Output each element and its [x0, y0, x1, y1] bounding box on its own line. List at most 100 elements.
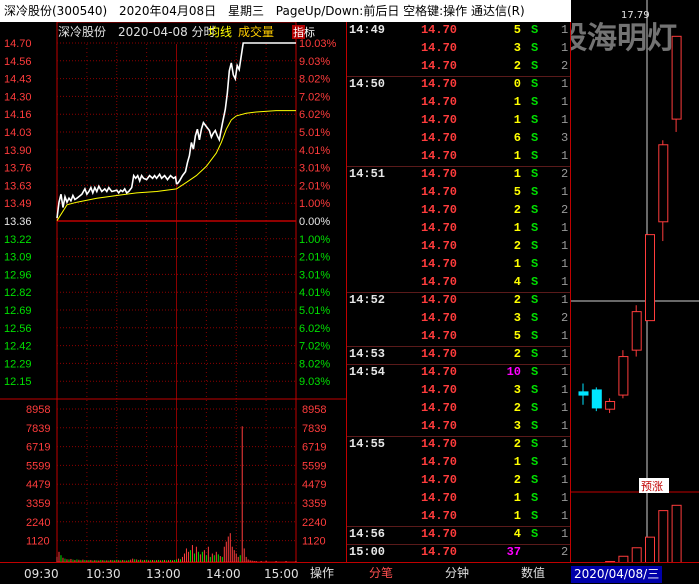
volume-axis-label: 4479: [26, 479, 50, 491]
tab-operate[interactable]: 操作: [300, 563, 344, 584]
volume-axis-label: 3359: [26, 498, 50, 510]
trade-row: 14:56 14.70 4 S 1: [347, 526, 570, 544]
trade-direction: S: [531, 473, 539, 487]
trade-count: 1: [561, 41, 569, 55]
trade-count: 1: [561, 527, 569, 541]
trade-price: 14.70: [420, 311, 457, 325]
candle-body: [645, 234, 655, 322]
trade-time: 14:54: [349, 365, 386, 379]
price-axis-label: 13.49: [4, 198, 32, 210]
trade-volume: 2: [513, 59, 521, 73]
pct-axis-label: 5.01%: [299, 127, 330, 139]
trade-volume: 1: [513, 509, 521, 523]
trade-direction: S: [531, 113, 539, 127]
trade-price: 14.70: [420, 203, 457, 217]
trade-volume: 1: [513, 149, 521, 163]
trade-row: 15:00 14.70 37 2: [347, 544, 570, 562]
pct-axis-label: 7.02%: [299, 341, 330, 353]
trade-row: 14.70 1 S 1: [347, 220, 570, 238]
pct-axis-label: 8.02%: [299, 74, 330, 86]
minute-separator: [347, 364, 570, 365]
trade-volume: 2: [513, 401, 521, 415]
trade-price: 14.70: [420, 383, 457, 397]
trade-volume: 3: [513, 311, 521, 325]
trade-direction: S: [531, 185, 539, 199]
trade-price: 14.70: [420, 77, 457, 91]
trade-row: 14.70 1 S 1: [347, 148, 570, 166]
kline-date-label: 2020/04/08/三: [571, 566, 663, 583]
trade-row: 14.70 1 S 1: [347, 256, 570, 274]
trade-time: 14:49: [349, 23, 386, 37]
trade-count: 1: [561, 185, 569, 199]
time-axis-label: 14:00: [206, 567, 241, 581]
trade-row: 14.70 2 S 1: [347, 400, 570, 418]
price-axis-label: 12.29: [4, 358, 32, 370]
kline-panel[interactable]: 17.79 股海明灯 预涨: [571, 0, 699, 584]
trade-price: 14.70: [420, 329, 457, 343]
tab-ticks[interactable]: 分笔: [350, 563, 412, 584]
volume-legend[interactable]: 成交量: [238, 24, 274, 39]
trade-direction: S: [531, 383, 539, 397]
trade-count: 1: [561, 23, 569, 37]
trade-row: 14.70 1 S 1: [347, 490, 570, 508]
trade-row: 14:52 14.70 2 S 1: [347, 292, 570, 310]
trade-direction: S: [531, 347, 539, 361]
trade-volume: 2: [513, 293, 521, 307]
trade-count: 1: [561, 347, 569, 361]
pct-axis-label: 3.01%: [299, 269, 330, 281]
trade-price: 14.70: [420, 167, 457, 181]
price-axis-label: 14.03: [4, 127, 32, 139]
trade-count: 1: [561, 257, 569, 271]
trade-direction: S: [531, 77, 539, 91]
minute-separator: [347, 544, 570, 545]
trade-row: 14.70 2 S 2: [347, 58, 570, 76]
minute-separator: [347, 436, 570, 437]
trade-count: 1: [561, 293, 569, 307]
pct-axis-label: 1.00%: [299, 198, 330, 210]
candle-body: [605, 400, 616, 410]
trade-time: 14:55: [349, 437, 386, 451]
pct-axis-label: 10.03%: [299, 38, 337, 50]
intraday-chart[interactable]: 14.70 10.03% 14.56 9.03% 14.43 8.02% 14.30 7.02…: [0, 22, 346, 562]
trade-volume: 1: [513, 455, 521, 469]
trade-count: 2: [561, 59, 569, 73]
trade-count: 1: [561, 491, 569, 505]
trade-price: 14.70: [420, 41, 457, 55]
trade-row: 14.70 5 S 1: [347, 328, 570, 346]
price-axis-label: 13.36: [4, 216, 32, 228]
trade-direction: S: [531, 131, 539, 145]
pct-axis-label: 7.02%: [299, 91, 330, 103]
trade-count: 1: [561, 275, 569, 289]
trade-row: 14.70 3 S 1: [347, 382, 570, 400]
trade-time: 14:56: [349, 527, 386, 541]
trade-time: 15:00: [349, 545, 386, 559]
trade-volume: 0: [513, 77, 521, 91]
trade-price: 14.70: [420, 221, 457, 235]
candle-body: [578, 391, 589, 396]
trade-direction: S: [531, 329, 539, 343]
trade-price: 14.70: [420, 239, 457, 253]
trade-price: 14.70: [420, 257, 457, 271]
trade-count: 1: [561, 221, 569, 235]
avg-line-legend[interactable]: 均线: [208, 25, 232, 39]
trade-direction: S: [531, 95, 539, 109]
tick-trades-panel[interactable]: 14:49 14.70 5 S 1 14.70 3 S 1 14.70 2 S 2 14:50 14.70 0…: [346, 22, 571, 562]
pct-axis-label: 5.01%: [299, 305, 330, 317]
pct-axis-label: 1.00%: [299, 234, 330, 246]
trade-price: 14.70: [420, 473, 457, 487]
trade-price: 14.70: [420, 401, 457, 415]
volume-axis-label: 8958: [26, 404, 50, 416]
price-axis-label: 14.43: [4, 74, 32, 86]
trade-direction: S: [531, 257, 539, 271]
trade-count: 1: [561, 419, 569, 433]
kline-price-label: 17.79: [621, 10, 650, 21]
trade-volume: 1: [513, 167, 521, 181]
indicator-button[interactable]: 指标: [292, 25, 315, 39]
trade-price: 14.70: [420, 455, 457, 469]
tab-minutes[interactable]: 分钟: [420, 563, 494, 584]
tab-values[interactable]: 数值: [500, 563, 566, 584]
trade-volume: 1: [513, 95, 521, 109]
trade-volume: 1: [513, 221, 521, 235]
price-axis-label: 14.30: [4, 91, 32, 103]
pct-axis-label: 8.02%: [299, 358, 330, 370]
